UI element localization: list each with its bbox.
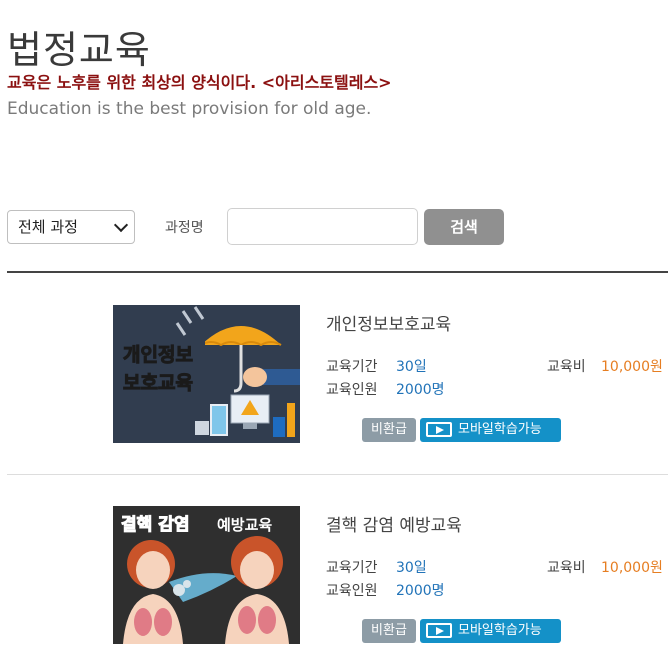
course-name-label: 과정명	[165, 220, 204, 236]
course-name-input[interactable]	[227, 208, 418, 245]
page-title: 법정교육	[7, 28, 151, 73]
thumbnail-text-line2: 예방교육	[217, 516, 272, 534]
period-value: 30일	[396, 359, 427, 375]
non-refundable-badge: 비환급	[362, 418, 416, 442]
non-refundable-badge: 비환급	[362, 619, 416, 643]
fee-label: 교육비	[547, 359, 586, 375]
course-item: 결핵 감염 예방교육 결핵 감염 예방교육 교육기간 30일 교육비 10,00…	[0, 506, 668, 651]
headcount-label: 교육인원	[326, 583, 378, 599]
fee-value: 10,000원	[601, 560, 663, 576]
thumbnail-text-line2: 보호교육	[123, 372, 193, 394]
course-thumbnail[interactable]: 개인정보 보호교육	[113, 305, 300, 443]
search-button[interactable]: 검색	[424, 209, 504, 245]
course-item: 개인정보 보호교육 개인정보보호교육 교육기간 30일 교육비 10,000원 …	[0, 305, 668, 450]
fee-label: 교육비	[547, 560, 586, 576]
quote-english: Education is the best provision for old …	[7, 99, 372, 119]
thumbnail-text-line1: 개인정보	[123, 344, 193, 366]
thumbnail-text-line1: 결핵 감염	[121, 515, 189, 535]
mobile-learning-label: 모바일학습가능	[458, 623, 542, 638]
fee-value: 10,000원	[601, 359, 663, 375]
play-icon	[426, 623, 452, 638]
search-bar: 전체 과정 과정명 검색	[7, 208, 668, 248]
headcount-label: 교육인원	[326, 382, 378, 398]
period-label: 교육기간	[326, 560, 378, 576]
period-value: 30일	[396, 560, 427, 576]
tb-prevention-thumbnail-illustration: 결핵 감염 예방교육	[113, 506, 300, 644]
category-select[interactable]: 전체 과정	[7, 210, 135, 244]
course-thumbnail[interactable]: 결핵 감염 예방교육	[113, 506, 300, 644]
headcount-value: 2000명	[396, 382, 445, 398]
course-title[interactable]: 결핵 감염 예방교육	[326, 511, 462, 536]
headcount-value: 2000명	[396, 583, 445, 599]
list-top-divider	[7, 271, 668, 273]
mobile-learning-badge: 모바일학습가능	[420, 619, 561, 643]
period-label: 교육기간	[326, 359, 378, 375]
course-title[interactable]: 개인정보보호교육	[326, 310, 451, 335]
category-select-value: 전체 과정	[18, 218, 78, 236]
mobile-learning-badge: 모바일학습가능	[420, 418, 561, 442]
course-divider	[7, 474, 668, 475]
mobile-learning-label: 모바일학습가능	[458, 422, 542, 437]
chevron-down-icon	[113, 217, 129, 233]
privacy-thumbnail-illustration: 개인정보 보호교육	[113, 305, 300, 443]
play-icon	[426, 422, 452, 437]
quote-korean: 교육은 노후를 위한 최상의 양식이다. <아리스토텔레스>	[7, 73, 392, 92]
